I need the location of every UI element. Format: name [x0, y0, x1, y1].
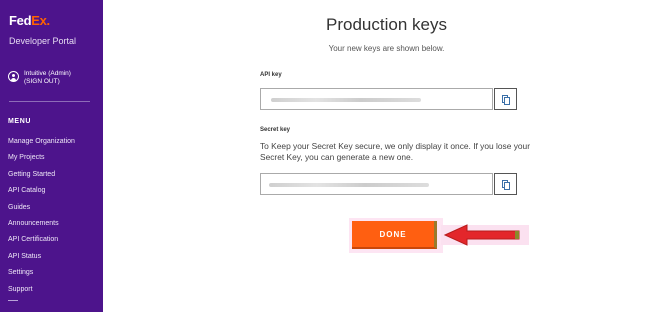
page-subtitle: Your new keys are shown below. — [328, 44, 445, 53]
secret-key-label: Secret key — [260, 127, 291, 133]
page-title: Production keys — [326, 15, 447, 34]
sidebar-item-guides[interactable]: Guides — [8, 203, 75, 219]
api-key-masked-value — [271, 98, 421, 102]
portal-name: Developer Portal — [9, 36, 77, 46]
main-content: Production keys Your new keys are shown … — [103, 0, 670, 312]
sidebar-item-api-catalog[interactable]: API Catalog — [8, 186, 75, 202]
sidebar-more-indicator — [8, 300, 18, 301]
arrow-left-icon — [443, 224, 520, 246]
sidebar-item-settings[interactable]: Settings — [8, 268, 75, 284]
user-account: Intuitive (Admin) (SIGN OUT) — [8, 70, 71, 86]
copy-icon — [502, 180, 510, 190]
sidebar-item-my-projects[interactable]: My Projects — [8, 153, 75, 169]
sidebar-item-api-certification[interactable]: API Certification — [8, 235, 75, 251]
sidebar-item-api-status[interactable]: API Status — [8, 252, 75, 268]
logo-ex-text: Ex — [31, 13, 47, 28]
menu-list: Manage Organization My Projects Getting … — [8, 137, 75, 301]
logo-dot: . — [46, 13, 51, 28]
sidebar: FedEx. Developer Portal Intuitive (Admin… — [0, 0, 103, 312]
done-button[interactable]: DONE — [352, 221, 437, 249]
secret-key-description: To Keep your Secret Key secure, we only … — [260, 141, 530, 162]
api-key-label: API key — [260, 72, 282, 78]
copy-secret-key-button[interactable] — [494, 173, 517, 195]
logo-fed-text: Fed — [9, 13, 32, 28]
menu-title: MENU — [8, 118, 32, 125]
secret-key-masked-value — [269, 183, 429, 187]
sidebar-item-announcements[interactable]: Announcements — [8, 219, 75, 235]
sidebar-item-support[interactable]: Support — [8, 285, 75, 301]
secret-key-field[interactable] — [260, 173, 493, 195]
sign-out-link[interactable]: (SIGN OUT) — [24, 78, 71, 86]
user-circle-icon — [8, 71, 19, 82]
copy-icon — [502, 95, 510, 105]
sidebar-item-manage-organization[interactable]: Manage Organization — [8, 137, 75, 153]
fedex-logo[interactable]: FedEx. — [9, 13, 50, 28]
api-key-field[interactable] — [260, 88, 493, 110]
user-name: Intuitive (Admin) — [24, 70, 71, 77]
copy-api-key-button[interactable] — [494, 88, 517, 110]
sidebar-item-getting-started[interactable]: Getting Started — [8, 170, 75, 186]
sidebar-divider — [9, 101, 90, 102]
